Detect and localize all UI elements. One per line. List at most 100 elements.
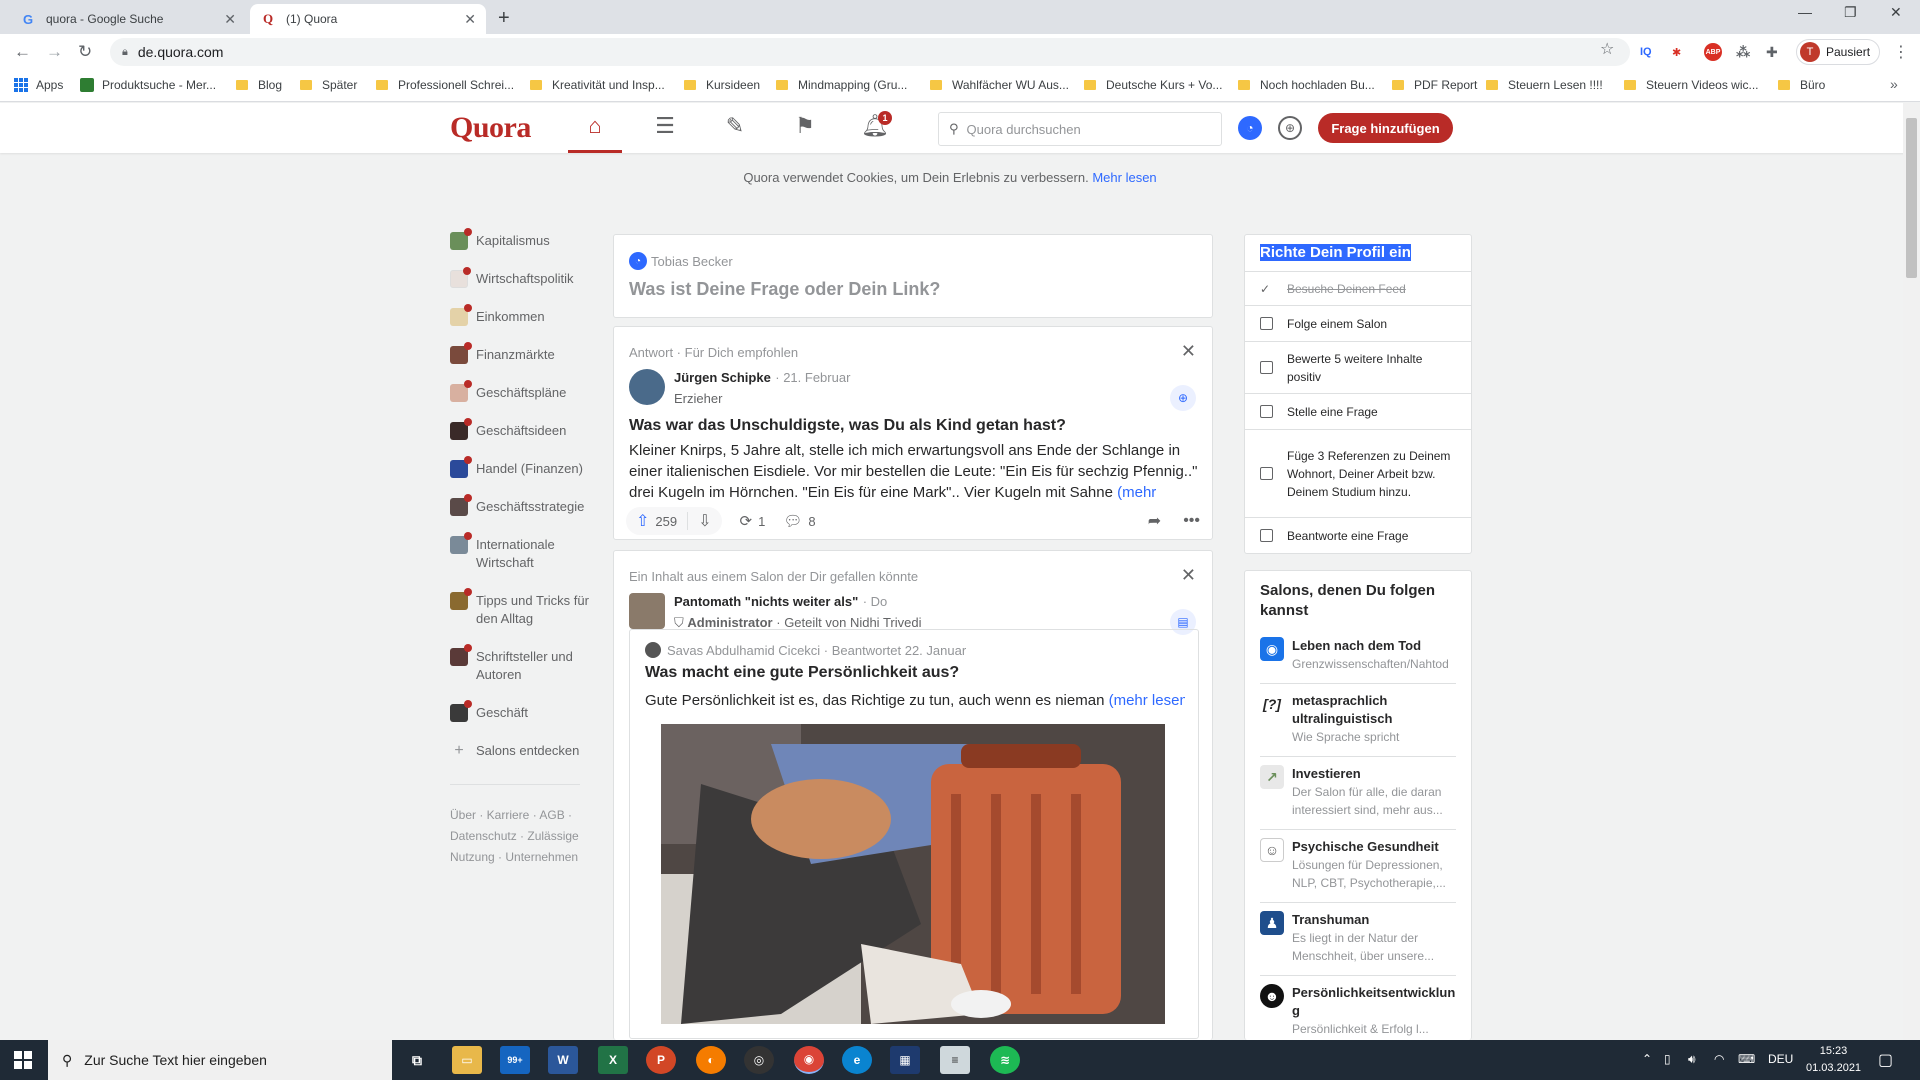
bookmark-item[interactable]: Produktsuche - Mer... <box>80 78 216 92</box>
page-scrollbar[interactable] <box>1903 103 1920 1040</box>
sidebar-item-finanzmaerkte[interactable]: Finanzmärkte <box>450 342 590 384</box>
sidebar-item-geschaeftsplaene[interactable]: Geschäftspläne <box>450 380 590 422</box>
space-suggestion[interactable]: ↗ Investieren Der Salon für alle, die dar… <box>1260 757 1456 830</box>
sidebar-item-einkommen[interactable]: Einkommen <box>450 304 590 346</box>
browser-tab-google[interactable]: G quora - Google Suche ✕ <box>10 4 246 34</box>
bookmark-item[interactable]: Wahlfächer WU Aus... <box>930 78 1069 92</box>
task-upvote[interactable]: Bewerte 5 weitere Inhalte positiv <box>1245 341 1471 393</box>
upvote-icon[interactable]: ⇧ <box>636 511 649 531</box>
avatar[interactable] <box>629 369 665 405</box>
nav-home[interactable]: ⌂ <box>568 113 622 153</box>
browser-tab-quora[interactable]: Q (1) Quora ✕ <box>250 4 486 34</box>
checkbox[interactable] <box>1260 317 1273 330</box>
add-question-button[interactable]: Frage hinzufügen <box>1318 113 1453 143</box>
spotify-icon[interactable]: ≋ <box>990 1046 1020 1074</box>
bookmark-item[interactable]: Mindmapping (Gru... <box>776 78 907 92</box>
avatar[interactable] <box>629 593 665 629</box>
checkbox[interactable] <box>1260 529 1273 542</box>
task-view-icon[interactable]: ⧉ <box>402 1046 432 1074</box>
notepad-icon[interactable]: ≡ <box>940 1046 970 1074</box>
footer-links[interactable]: Über · Karriere · AGB · Datenschutz · Zu… <box>450 805 590 868</box>
bookmark-item[interactable]: Kreativität und Insp... <box>530 78 665 92</box>
app-icon[interactable]: ◐ <box>696 1046 726 1074</box>
nav-following[interactable]: ☰ <box>638 113 692 153</box>
forward-icon[interactable]: → <box>46 42 63 62</box>
task-follow-space[interactable]: Folge einem Salon <box>1245 305 1471 341</box>
powerpoint-icon[interactable]: P <box>646 1046 676 1074</box>
bookmark-item[interactable]: PDF Report <box>1392 78 1477 92</box>
search-input[interactable]: ⚲ Quora durchsuchen <box>938 112 1222 146</box>
bookmark-item[interactable]: Blog <box>236 78 282 92</box>
more-bookmarks-icon[interactable]: » <box>1890 76 1898 92</box>
dismiss-post-icon[interactable]: ✕ <box>1181 341 1196 362</box>
restore-icon[interactable]: ❐ <box>1844 4 1857 21</box>
bookmark-item[interactable]: Später <box>300 78 357 92</box>
answer-body[interactable]: Kleiner Knirps, 5 Jahre alt, stelle ich … <box>629 440 1199 503</box>
discover-spaces-link[interactable]: + Salons entdecken <box>450 742 590 780</box>
excel-icon[interactable]: X <box>598 1046 628 1074</box>
shared-answer[interactable]: Savas Abdulhamid Cicekci · Beantwortet 2… <box>629 629 1199 1039</box>
bookmark-item[interactable]: Professionell Schrei... <box>376 78 514 92</box>
puzzle-icon[interactable]: ✚ <box>1766 43 1778 61</box>
bookmark-item[interactable]: Steuern Videos wic... <box>1624 78 1759 92</box>
bookmark-item[interactable]: Deutsche Kurs + Vo... <box>1084 78 1222 92</box>
user-avatar-icon[interactable]: ◔ <box>1238 116 1262 140</box>
reload-icon[interactable]: ↻ <box>78 42 92 62</box>
cookie-more-link[interactable]: Mehr lesen <box>1092 170 1156 185</box>
iq-extension-icon[interactable]: IQ <box>1640 43 1652 61</box>
mail-icon[interactable]: 99+ <box>500 1046 530 1074</box>
address-bar[interactable]: 🔒︎ de.quora.com <box>110 38 1630 66</box>
sidebar-item-tipps[interactable]: Tipps und Tricks für den Alltag <box>450 588 590 648</box>
answer-body[interactable]: Gute Persönlichkeit ist es, das Richtige… <box>645 692 1185 709</box>
language-indicator[interactable]: DEU <box>1768 1052 1793 1066</box>
question-title[interactable]: Was macht eine gute Persönlichkeit aus? <box>645 664 959 682</box>
bookmark-item[interactable]: Büro <box>1778 78 1825 92</box>
checkbox[interactable] <box>1260 361 1273 374</box>
ask-question-box[interactable]: ◔ Tobias Becker Was ist Deine Frage oder… <box>613 234 1213 318</box>
app-window-icon[interactable]: ▦ <box>890 1046 920 1074</box>
grid-extension-icon[interactable]: ⁂ <box>1736 43 1750 61</box>
bookmark-item[interactable]: Steuern Lesen !!!! <box>1486 78 1603 92</box>
share-arrow-icon[interactable]: ➦ <box>1148 511 1161 531</box>
checkbox[interactable] <box>1260 467 1273 480</box>
nav-answer[interactable]: ✎ <box>708 113 762 153</box>
downvote-icon[interactable]: ⇩ <box>698 511 711 531</box>
system-clock[interactable]: 15:23 01.03.2021 <box>1806 1043 1861 1077</box>
more-options-icon[interactable]: ••• <box>1183 512 1200 530</box>
volume-icon[interactable]: 🔊︎ <box>1688 1052 1696 1067</box>
back-icon[interactable]: ← <box>14 42 31 62</box>
ask-prompt[interactable]: Was ist Deine Frage oder Dein Link? <box>629 279 940 300</box>
sidebar-item-kapitalismus[interactable]: Kapitalismus <box>450 228 590 270</box>
task-add-credentials[interactable]: Füge 3 Referenzen zu Deinem Wohnort, Dei… <box>1245 429 1471 517</box>
author-name[interactable]: Jürgen Schipke <box>674 370 771 385</box>
scrollbar-thumb[interactable] <box>1906 118 1917 278</box>
sidebar-item-geschaeft[interactable]: Geschäft <box>450 700 590 742</box>
taskbar-search-input[interactable]: ⚲ Zur Suche Text hier eingeben <box>48 1040 392 1080</box>
sidebar-item-internationale-wirtschaft[interactable]: Internationale Wirtschaft <box>450 532 590 592</box>
menu-icon[interactable]: ⋮ <box>1893 42 1909 62</box>
space-suggestion[interactable]: ☻ Persönlichkeitsentwicklung Persönlichke… <box>1260 976 1456 1040</box>
wifi-icon[interactable]: ◠ <box>1714 1052 1724 1066</box>
new-tab-icon[interactable]: + <box>498 7 510 30</box>
chrome-icon[interactable]: ◉ <box>794 1046 824 1074</box>
adblock-icon[interactable]: ABP <box>1704 43 1722 61</box>
close-tab-icon[interactable]: ✕ <box>464 11 476 28</box>
checkbox[interactable] <box>1260 405 1273 418</box>
quora-logo[interactable]: Quora <box>450 111 531 145</box>
nav-spaces[interactable]: ⚑ <box>778 113 832 153</box>
globe-icon[interactable]: ⊕ <box>1278 116 1302 140</box>
follow-user-icon[interactable]: ⊕ <box>1170 385 1196 411</box>
space-suggestion[interactable]: [?] metasprachlich ultralinguistisch Wie … <box>1260 684 1456 757</box>
bookmark-item[interactable]: Kursideen <box>684 78 760 92</box>
task-visit-feed[interactable]: ✓ Besuche Deinen Feed <box>1245 271 1471 305</box>
sidebar-item-schriftsteller[interactable]: Schriftsteller und Autoren <box>450 644 590 704</box>
bookmark-apps[interactable]: Apps <box>14 78 63 92</box>
windows-start-icon[interactable] <box>14 1051 32 1069</box>
comment-button[interactable]: 💬︎ 8 <box>783 512 815 530</box>
read-more-link[interactable]: (mehr lesen) <box>1109 692 1185 709</box>
keyboard-icon[interactable]: ⌨ <box>1738 1052 1755 1066</box>
word-icon[interactable]: W <box>548 1046 578 1074</box>
sidebar-item-geschaeftsideen[interactable]: Geschäftsideen <box>450 418 590 460</box>
close-tab-icon[interactable]: ✕ <box>224 11 236 28</box>
sidebar-item-wirtschaftspolitik[interactable]: Wirtschaftspolitik <box>450 267 590 308</box>
